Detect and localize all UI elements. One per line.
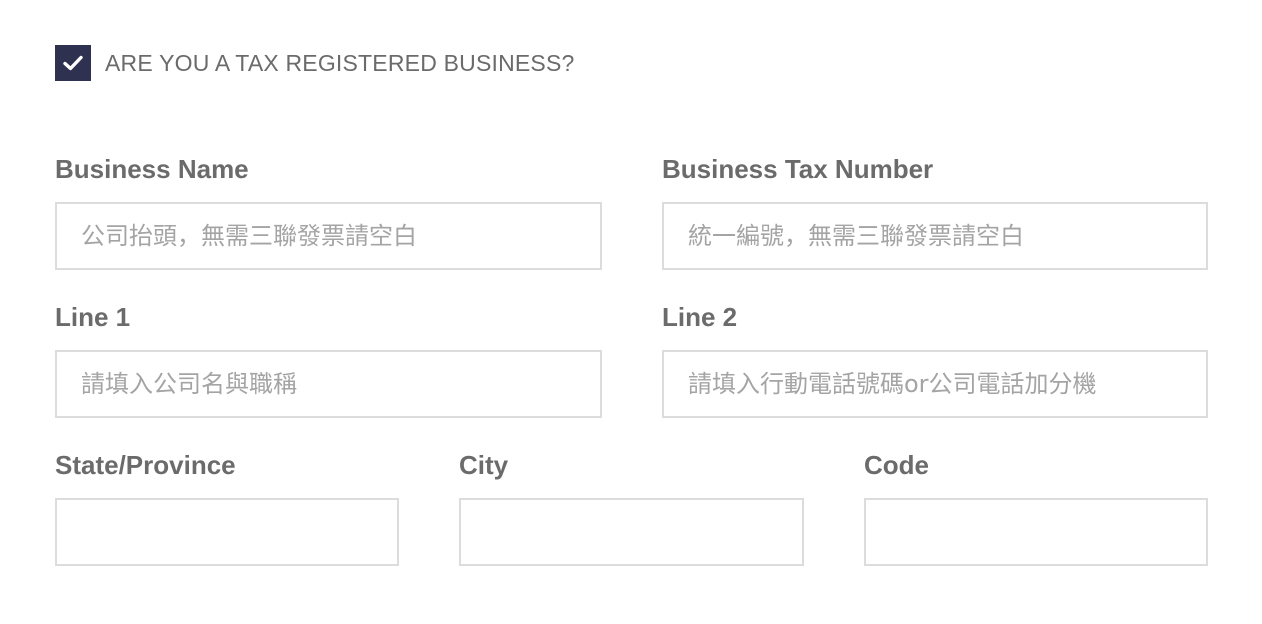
checkmark-icon	[63, 55, 83, 71]
tax-registered-checkbox[interactable]	[55, 45, 91, 81]
line2-input[interactable]	[662, 350, 1208, 418]
code-label: Code	[864, 450, 929, 480]
tax-registered-row: ARE YOU A TAX REGISTERED BUSINESS?	[55, 45, 575, 81]
business-tax-number-input[interactable]	[662, 202, 1208, 270]
city-input[interactable]	[459, 498, 804, 566]
line2-label: Line 2	[662, 302, 738, 332]
business-name-input[interactable]	[55, 202, 602, 270]
code-input[interactable]	[864, 498, 1208, 566]
city-label: City	[459, 450, 509, 480]
state-province-label: State/Province	[55, 450, 236, 480]
business-name-label: Business Name	[55, 154, 249, 184]
line1-input[interactable]	[55, 350, 602, 418]
business-tax-number-label: Business Tax Number	[662, 154, 934, 184]
state-province-input[interactable]	[55, 498, 399, 566]
line1-label: Line 1	[55, 302, 131, 332]
tax-registered-label: ARE YOU A TAX REGISTERED BUSINESS?	[105, 49, 575, 76]
